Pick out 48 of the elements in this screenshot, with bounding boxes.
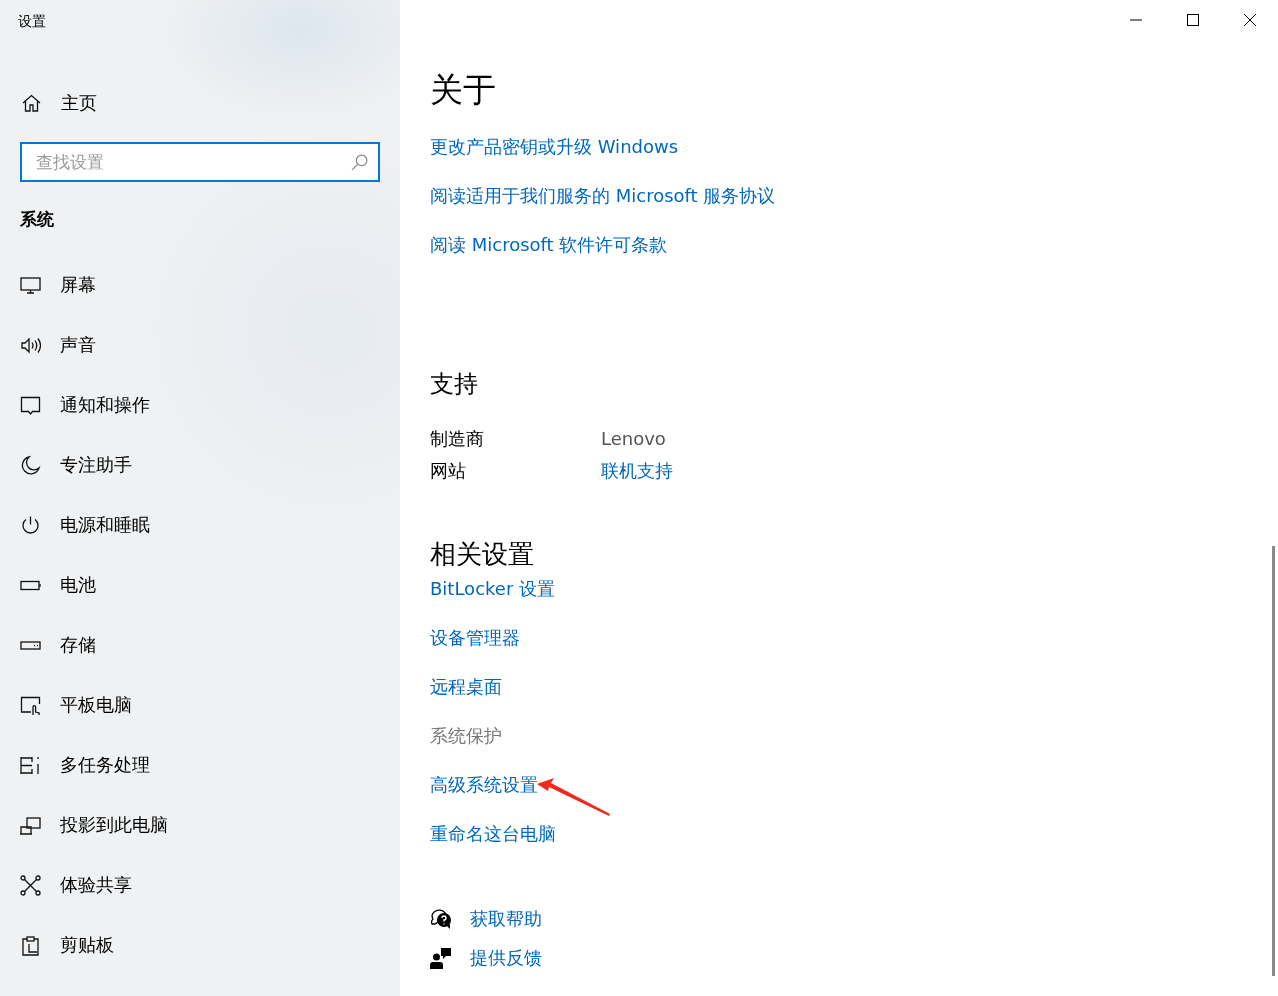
sidebar-item[interactable]: 专注助手 <box>0 453 138 477</box>
feedback-icon <box>430 946 452 969</box>
speech-bubble-icon <box>20 394 41 416</box>
link[interactable]: 高级系统设置 <box>430 772 538 797</box>
window-title: 设置 <box>18 12 46 30</box>
sidebar-item[interactable]: 存储 <box>0 633 102 657</box>
link[interactable]: 更改产品密钥或升级 Windows <box>430 134 679 159</box>
help-icon <box>430 907 452 930</box>
monitor-icon <box>20 274 41 296</box>
link[interactable]: 获取帮助 <box>470 906 542 931</box>
power-icon <box>20 514 41 536</box>
field-value: Lenovo <box>601 427 666 451</box>
home-icon <box>21 92 42 114</box>
clipboard-icon <box>20 934 41 956</box>
field-label: 制造商 <box>430 427 484 451</box>
sidebar-item[interactable]: 投影到此电脑 <box>0 813 174 837</box>
sidebar-item[interactable]: 通知和操作 <box>0 393 156 417</box>
multitask-icon <box>20 754 41 776</box>
search-field[interactable]: 查找设置 <box>20 142 380 182</box>
field-label: 网站 <box>430 459 466 483</box>
sidebar-item[interactable]: 剪贴板 <box>0 933 120 957</box>
sidebar-item[interactable]: 多任务处理 <box>0 753 156 777</box>
moon-icon <box>20 454 41 476</box>
sidebar-item[interactable]: 屏幕 <box>0 273 102 297</box>
link[interactable]: 远程桌面 <box>430 674 502 699</box>
projection-icon <box>20 814 41 836</box>
sidebar-item[interactable]: 平板电脑 <box>0 693 138 717</box>
link[interactable]: 设备管理器 <box>430 625 520 650</box>
section-heading: 支持 <box>430 369 478 399</box>
link[interactable]: 联机支持 <box>601 458 673 483</box>
scrollbar[interactable] <box>1272 546 1275 976</box>
section-heading: 相关设置 <box>430 539 534 569</box>
link[interactable]: BitLocker 设置 <box>430 576 555 601</box>
sidebar-item[interactable]: 电源和睡眠 <box>0 513 156 537</box>
section-heading: 系统 <box>20 208 54 231</box>
link[interactable]: 阅读 Microsoft 软件许可条款 <box>430 232 668 257</box>
sidebar-item[interactable]: 电池 <box>0 573 102 597</box>
home-link[interactable]: 主页 <box>21 91 97 115</box>
link[interactable]: 重命名这台电脑 <box>430 821 556 846</box>
sidebar-item[interactable]: 声音 <box>0 333 102 357</box>
share-icon <box>20 874 41 896</box>
link[interactable]: 提供反馈 <box>470 945 542 970</box>
minimize-icon <box>1130 19 1142 21</box>
sidebar-item[interactable]: 体验共享 <box>0 873 138 897</box>
search-icon <box>349 152 370 173</box>
link[interactable]: 阅读适用于我们服务的 Microsoft 服务协议 <box>430 183 776 208</box>
page-title: 关于 <box>430 70 496 110</box>
tablet-icon <box>20 694 41 716</box>
